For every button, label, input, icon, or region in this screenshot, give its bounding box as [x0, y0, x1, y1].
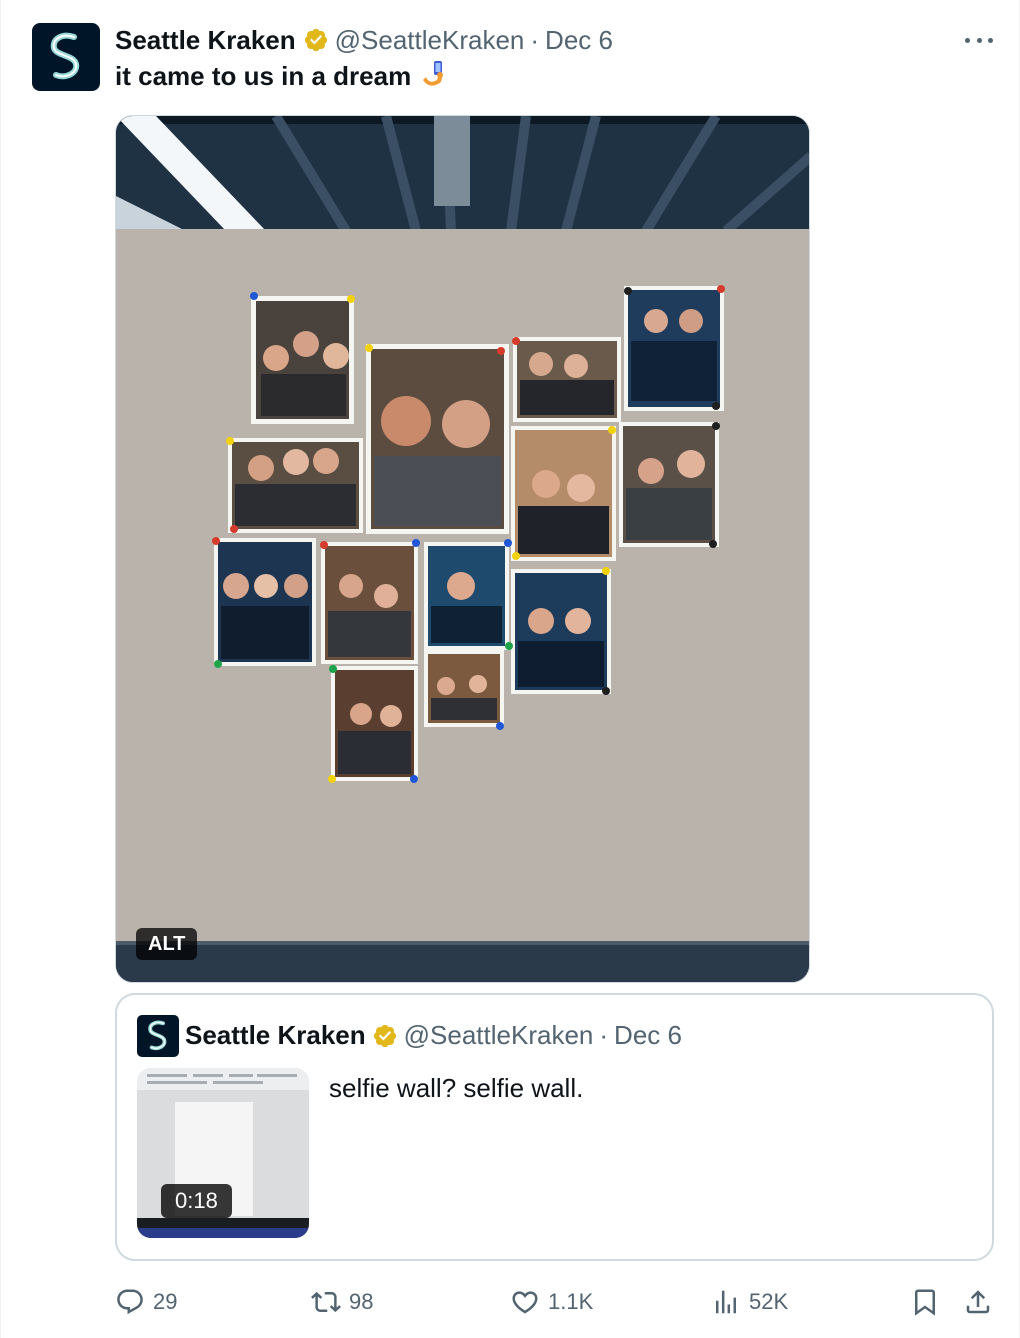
tweet-header: Seattle Kraken @SeattleKraken · Dec 6: [115, 24, 613, 56]
tweet-text: it came to us in a dream: [115, 60, 447, 92]
tweet-actions: 29 98 1.1K 52K: [115, 1284, 995, 1320]
repost-count: 98: [349, 1289, 374, 1314]
quoted-author-name: Seattle Kraken: [185, 1020, 366, 1050]
quoted-video-thumbnail[interactable]: 0:18: [137, 1068, 309, 1238]
repost-button[interactable]: 98: [311, 1284, 373, 1320]
selfie-emoji-icon: [423, 61, 444, 86]
views-count: 52K: [749, 1289, 789, 1314]
heart-icon: [512, 1291, 538, 1314]
selfie-wall-photo: [116, 116, 809, 982]
bookmark-button[interactable]: [910, 1284, 940, 1320]
author-handle[interactable]: @SeattleKraken: [335, 25, 525, 56]
tweet-text-content: it came to us in a dream: [115, 60, 412, 91]
reply-icon: [117, 1289, 143, 1315]
repost-icon: [311, 1291, 341, 1313]
tweet-date[interactable]: Dec 6: [545, 25, 613, 56]
video-duration: 0:18: [161, 1184, 232, 1218]
kraken-logo-icon: [50, 32, 80, 80]
reply-button[interactable]: 29: [115, 1284, 177, 1320]
tweet-card[interactable]: Seattle Kraken @SeattleKraken · Dec 6 it…: [0, 0, 1020, 1338]
author-name[interactable]: Seattle Kraken: [115, 25, 296, 56]
reply-count: 29: [153, 1289, 178, 1314]
more-icon[interactable]: [963, 28, 995, 52]
quoted-tweet[interactable]: Seattle Kraken @SeattleKraken · Dec 6 0:…: [115, 993, 994, 1261]
separator-dot: ·: [530, 24, 540, 55]
avatar[interactable]: [32, 23, 100, 91]
kraken-logo-icon: [148, 1020, 167, 1051]
share-button[interactable]: [963, 1284, 993, 1320]
views-button[interactable]: 52K: [711, 1284, 788, 1320]
verified-badge-icon[interactable]: [303, 27, 329, 53]
quoted-handle: @SeattleKraken: [403, 1020, 594, 1050]
share-icon: [966, 1290, 990, 1314]
tweet-photo[interactable]: ALT: [115, 115, 810, 983]
quoted-header: Seattle Kraken @SeattleKraken · Dec 6: [185, 1020, 682, 1051]
quoted-text: selfie wall? selfie wall.: [329, 1073, 584, 1103]
like-button[interactable]: 1.1K: [510, 1284, 593, 1320]
separator-dot: ·: [599, 1020, 609, 1050]
alt-badge[interactable]: ALT: [136, 928, 198, 960]
bookmark-icon: [915, 1289, 935, 1316]
verified-badge-icon: [372, 1023, 398, 1049]
views-icon: [716, 1290, 736, 1314]
quoted-date: Dec 6: [614, 1020, 682, 1050]
like-count: 1.1K: [548, 1289, 594, 1314]
quoted-avatar: [137, 1015, 179, 1057]
